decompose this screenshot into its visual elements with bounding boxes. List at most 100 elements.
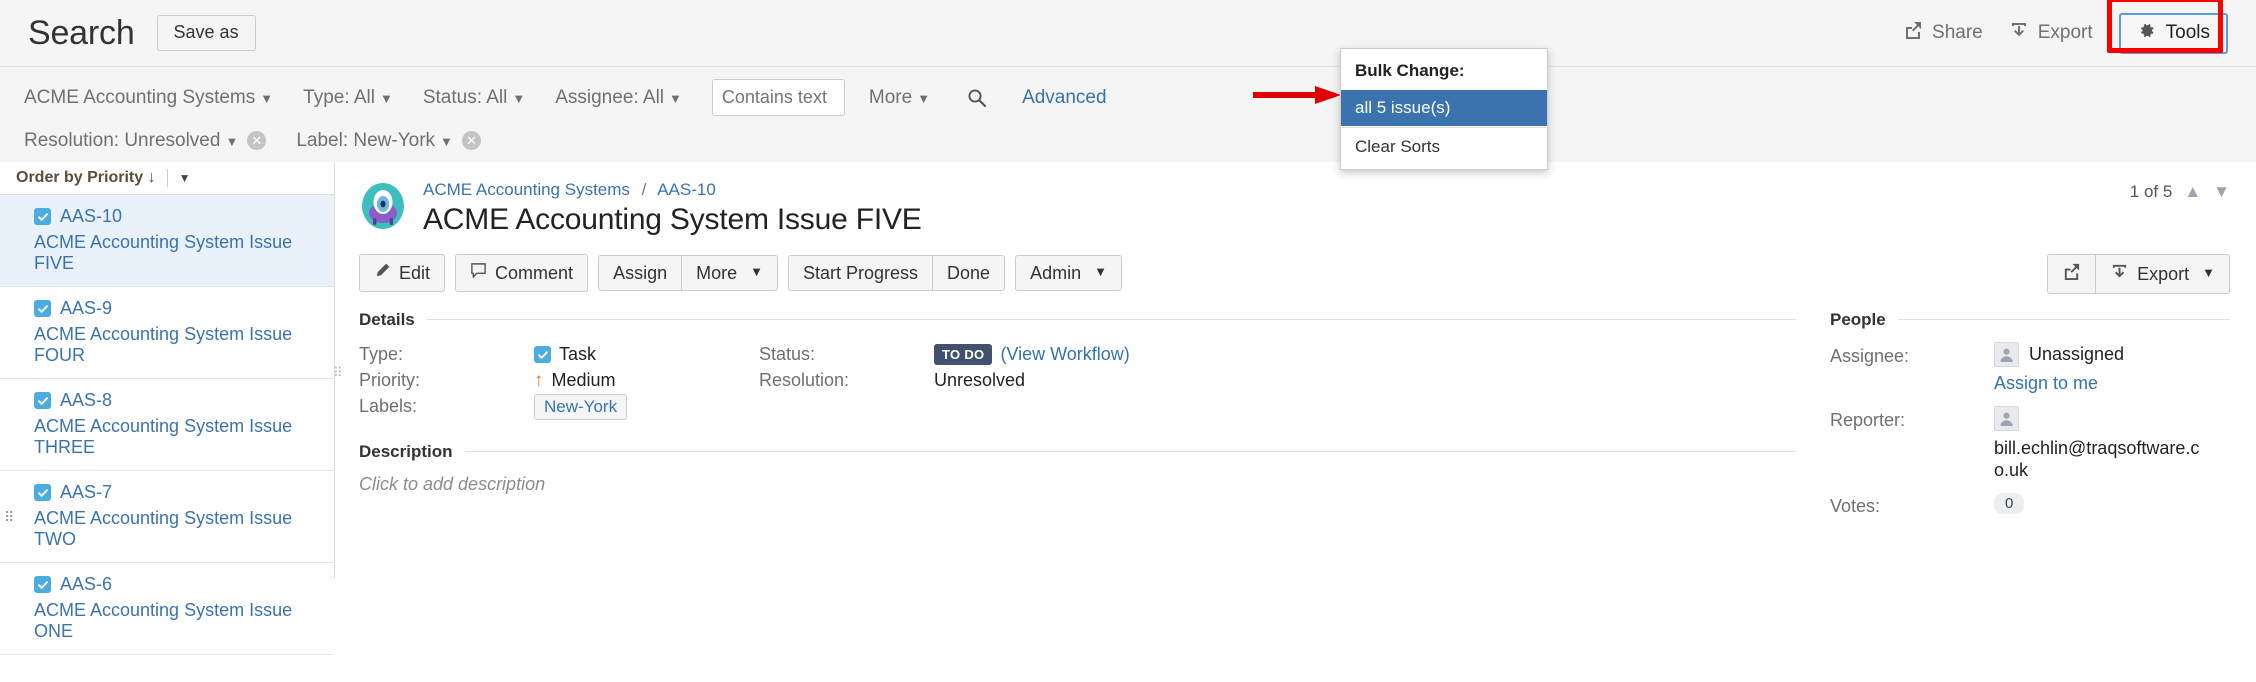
detail-export-button[interactable]: Export ▼ [2096, 254, 2230, 294]
avatar [1994, 341, 2019, 367]
header-actions: Share Export Tools [1903, 0, 2228, 54]
share-button[interactable]: Share [1903, 20, 1983, 46]
comment-button[interactable]: Comment [455, 254, 589, 292]
admin-button[interactable]: Admin ▼ [1015, 254, 1122, 292]
download-icon [2110, 262, 2129, 286]
reporter-value: bill.echlin@traqsoftware.co.uk [1994, 405, 2209, 482]
issue-checkbox[interactable] [34, 392, 51, 409]
breadcrumb-project-link[interactable]: ACME Accounting Systems [423, 180, 630, 199]
description-section-title: Description [359, 442, 1796, 462]
list-item[interactable]: AAS-8 ACME Accounting System Issue THREE [0, 379, 334, 471]
breadcrumb-issue-link[interactable]: AAS-10 [657, 180, 716, 199]
filter-project[interactable]: ACME Accounting Systems ▼ [24, 87, 273, 109]
list-item[interactable]: AAS-10 ACME Accounting System Issue FIVE [0, 195, 334, 287]
filter-type[interactable]: Type: All ▼ [303, 87, 393, 109]
issue-key[interactable]: AAS-10 [60, 206, 122, 227]
filter-more[interactable]: More ▼ [869, 87, 930, 109]
detail-share-button[interactable] [2047, 254, 2097, 294]
detail-export-label: Export [2137, 263, 2190, 284]
save-as-button[interactable]: Save as [156, 15, 256, 51]
export-button[interactable]: Export [2009, 20, 2093, 46]
filter-status[interactable]: Status: All ▼ [423, 87, 525, 109]
issue-summary[interactable]: ACME Accounting System Issue FOUR [34, 324, 318, 366]
pagination: 1 of 5 ▲ ▼ [2130, 182, 2230, 202]
assign-button[interactable]: Assign [598, 254, 683, 292]
issue-heading-text: ACME Accounting Systems / AAS-10 ACME Ac… [423, 180, 922, 237]
admin-label: Admin [1030, 262, 1082, 283]
tools-label: Tools [2165, 22, 2210, 43]
labels-label: Labels: [359, 396, 418, 417]
issue-key[interactable]: AAS-8 [60, 390, 112, 411]
list-item[interactable]: AAS-6 ACME Accounting System Issue ONE [0, 563, 334, 655]
assign-button-group: Assign More ▼ [598, 254, 778, 292]
issue-key[interactable]: AAS-7 [60, 482, 112, 503]
issue-key-line: AAS-6 [34, 574, 318, 595]
start-progress-button[interactable]: Start Progress [787, 254, 934, 292]
edit-label: Edit [399, 262, 431, 283]
filter-chip-resolution[interactable]: Resolution: Unresolved ▼ [24, 130, 238, 152]
tools-dropdown-menu: Bulk Change: all 5 issue(s) Clear Sorts [1340, 48, 1548, 170]
chevron-down-icon[interactable]: ▼ [179, 171, 191, 185]
search-icon[interactable] [966, 87, 988, 109]
share-icon [1903, 20, 1923, 46]
chevron-down-icon: ▼ [750, 264, 763, 280]
list-item[interactable]: ⠿ AAS-7 ACME Accounting System Issue TWO [0, 471, 334, 563]
chevron-down-icon: ▼ [379, 90, 393, 106]
breadcrumb-separator: / [641, 180, 647, 199]
issue-summary[interactable]: ACME Accounting System Issue ONE [34, 600, 318, 642]
issue-key-line: AAS-9 [34, 298, 318, 319]
previous-issue-icon[interactable]: ▲ [2184, 182, 2201, 202]
menu-divider [1341, 127, 1547, 128]
label-chip[interactable]: New-York [534, 393, 628, 420]
menu-item-clear-sorts[interactable]: Clear Sorts [1341, 129, 1547, 165]
pager-label: 1 of 5 [2129, 182, 2173, 201]
download-icon [2009, 20, 2029, 46]
details-fields-right: Status: TO DO (View Workflow) Resolution… [759, 342, 1796, 420]
votes-label: Votes: [1830, 495, 1881, 516]
list-item[interactable]: AAS-9 ACME Accounting System Issue FOUR [0, 287, 334, 379]
votes-value: 0 [1994, 492, 2025, 514]
description-placeholder[interactable]: Click to add description [359, 474, 1796, 495]
issue-key[interactable]: AAS-9 [60, 298, 112, 319]
filter-assignee[interactable]: Assignee: All ▼ [555, 87, 682, 109]
done-button[interactable]: Done [933, 254, 1006, 292]
order-by-label[interactable]: Order by Priority ↓ [16, 169, 156, 187]
issue-key[interactable]: AAS-6 [60, 574, 112, 595]
share-icon [2062, 262, 2081, 286]
priority-up-arrow-icon: ↑ [534, 369, 544, 391]
people-column: People Assignee: Unassigned Assign to me [1830, 310, 2230, 525]
content-area: Order by Priority ↓ ▼ AAS-10 ACME Accoun… [0, 162, 2256, 655]
issue-summary[interactable]: ACME Accounting System Issue THREE [34, 416, 318, 458]
next-issue-icon[interactable]: ▼ [2213, 182, 2230, 202]
comment-icon [470, 262, 487, 284]
menu-item-all-issues[interactable]: all 5 issue(s) [1341, 90, 1547, 126]
issue-checkbox[interactable] [34, 300, 51, 317]
issue-summary[interactable]: ACME Accounting System Issue TWO [34, 508, 318, 550]
drag-handle-icon[interactable]: ⠿ [4, 510, 14, 524]
pane-resize-handle[interactable]: ⠿ [335, 366, 343, 379]
issue-checkbox[interactable] [34, 484, 51, 501]
remove-label-filter-icon[interactable]: ✕ [461, 131, 481, 150]
order-by-bar: Order by Priority ↓ ▼ [0, 162, 334, 195]
field-labels: Labels: New-York [359, 393, 759, 420]
edit-button[interactable]: Edit [359, 254, 446, 292]
issue-summary[interactable]: ACME Accounting System Issue FIVE [34, 232, 318, 274]
status-value: TO DO (View Workflow) [934, 344, 1130, 366]
tools-button-wrapper: Tools [2106, 0, 2228, 54]
chevron-down-icon: ▼ [1094, 264, 1107, 280]
advanced-link[interactable]: Advanced [1022, 87, 1107, 109]
votes-badge: 0 [1994, 492, 2025, 514]
remove-resolution-filter-icon[interactable]: ✕ [247, 131, 267, 150]
filter-bar: ACME Accounting Systems ▼ Type: All ▼ Stat… [0, 66, 2256, 162]
more-actions-button[interactable]: More ▼ [682, 254, 778, 292]
issue-checkbox[interactable] [34, 208, 51, 225]
filter-chip-label[interactable]: Label: New-York ▼ [296, 130, 453, 152]
details-fields: Type: Task Priority: ↑ Medium Labels: Ne… [359, 342, 1796, 420]
issue-checkbox[interactable] [34, 576, 51, 593]
field-priority: Priority: ↑ Medium [359, 368, 759, 394]
details-section-title: Details [359, 310, 1796, 330]
search-input[interactable] [711, 79, 845, 116]
assign-to-me-link[interactable]: Assign to me [1994, 373, 2124, 394]
view-workflow-link[interactable]: (View Workflow) [1000, 344, 1129, 365]
tools-button[interactable]: Tools [2118, 12, 2228, 54]
